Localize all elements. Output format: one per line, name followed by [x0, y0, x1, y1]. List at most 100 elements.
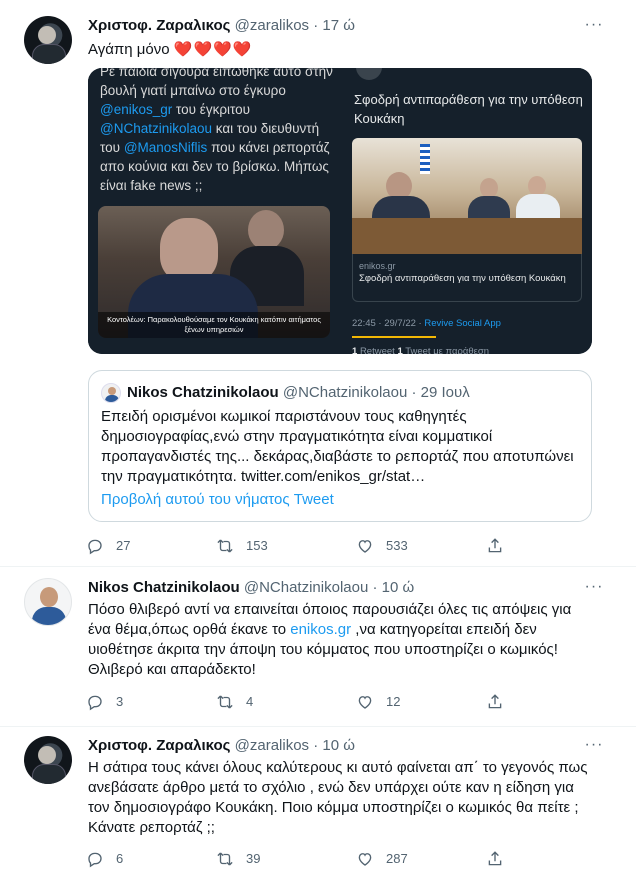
tweet-actions: 27 153 533: [80, 534, 520, 558]
reply-count: 6: [116, 851, 124, 866]
like-count: 533: [386, 538, 408, 553]
retweet-button[interactable]: 153: [210, 534, 268, 558]
screenshot-mention: @enikos_gr: [100, 102, 173, 117]
reply-icon: [88, 852, 102, 868]
heart-icon: [358, 540, 372, 553]
tweet-actions: 6 39 287: [80, 847, 520, 871]
share-icon: [488, 851, 502, 866]
stat-count: 1: [397, 346, 403, 354]
media-image-right[interactable]: Σφοδρή αντιπαράθεση για την υπόθεση Κουκ…: [342, 68, 592, 354]
avatar: [356, 68, 382, 80]
photo-desk: [352, 218, 582, 254]
photo-caption: Κοντολέων: Παρακολουθούσαμε τον Κουκάκη …: [98, 312, 330, 338]
more-options-icon[interactable]: ···: [582, 579, 606, 600]
reply-button[interactable]: 27: [80, 534, 130, 558]
tweet-link[interactable]: enikos.gr: [290, 621, 351, 638]
author-name[interactable]: Nikos Chatzinikolaou: [88, 579, 240, 596]
highlight-bar: [352, 336, 436, 338]
screenshot-time-text: 22:45 · 29/7/22 ·: [352, 318, 422, 329]
author-name[interactable]: Χριστοφ. Ζαραλικος: [88, 737, 230, 754]
retweet-button[interactable]: 4: [210, 690, 253, 714]
tweet-time[interactable]: 10 ώ: [322, 737, 355, 754]
reply-count: 3: [116, 694, 124, 709]
separator-dot: ·: [372, 579, 378, 596]
screenshot-mention: @NChatzinikolaou: [100, 121, 213, 136]
screenshot-text-part: Ρε παιδιά σίγουρα ειπώθηκε αυτό στην βου…: [100, 68, 333, 98]
quoted-tweet-header: Nikos Chatzinikolaou @NChatzinikolaou · …: [127, 383, 470, 403]
like-count: 12: [386, 694, 401, 709]
separator-dot: ·: [313, 17, 319, 34]
media-grid[interactable]: Ρε παιδιά σίγουρα ειπώθηκε αυτό στην βου…: [88, 68, 592, 354]
like-count: 287: [386, 851, 408, 866]
screenshot-text: Ρε παιδιά σίγουρα ειπώθηκε αυτό στην βου…: [100, 68, 336, 195]
tweet-chatzinikolaou-reply: Nikos Chatzinikolaou @NChatzinikolaou · …: [0, 566, 636, 730]
screenshot-time: 22:45 · 29/7/22 · Revive Social App: [352, 318, 501, 329]
author-name[interactable]: Χριστοφ. Ζαραλικος: [88, 17, 230, 34]
quoted-tweet[interactable]: Nikos Chatzinikolaou @NChatzinikolaou · …: [88, 370, 592, 522]
screenshot-title: Σφοδρή αντιπαράθεση για την υπόθεση Κουκ…: [354, 92, 583, 126]
avatar[interactable]: [24, 16, 72, 64]
retweet-icon: [217, 852, 233, 866]
author-handle[interactable]: @zaralikos: [235, 737, 309, 754]
share-button[interactable]: [480, 534, 516, 558]
share-icon: [488, 538, 502, 553]
share-icon: [488, 694, 502, 709]
retweet-count: 4: [246, 694, 254, 709]
show-thread-link[interactable]: Προβολή αυτού του νήματος Tweet: [101, 491, 334, 508]
photo-person: [480, 178, 498, 198]
avatar: [101, 383, 121, 403]
retweet-count: 153: [246, 538, 268, 553]
tweet-time[interactable]: 10 ώ: [382, 579, 415, 596]
author-handle[interactable]: @zaralikos: [235, 17, 309, 34]
retweet-button[interactable]: 39: [210, 847, 260, 871]
stat-label: Tweet με παράθεση: [405, 346, 490, 354]
card-title: Σφοδρή αντιπαράθεση για την υπόθεση Κουκ…: [359, 273, 566, 284]
photo-person: [528, 176, 546, 196]
photo-person: [160, 218, 218, 282]
photo-person: [248, 210, 284, 250]
stat-count: 1: [352, 346, 358, 354]
like-button[interactable]: 287: [350, 847, 408, 871]
tweet-text-body: Αγάπη μόνο: [88, 41, 170, 58]
author-handle[interactable]: @NChatzinikolaou: [244, 579, 368, 596]
screenshot-app: Revive Social App: [424, 318, 501, 329]
avatar[interactable]: [24, 578, 72, 626]
tweet-text: Πόσο θλιβερό αντί να επαινείται όποιος π…: [88, 600, 598, 680]
reply-icon: [88, 695, 102, 711]
news-photo: Κοντολέων: Παρακολουθούσαμε τον Κουκάκη …: [98, 206, 330, 338]
tweet-header: Nikos Chatzinikolaou @NChatzinikolaou · …: [88, 578, 588, 598]
link-card: enikos.gr Σφοδρή αντιπαράθεση για την υπ…: [352, 254, 582, 302]
reply-button[interactable]: 3: [80, 690, 123, 714]
tweet-zaralikos-1: Χριστοφ. Ζαραλικος @zaralikos · 17 ώ ···…: [0, 0, 636, 560]
heart-icon: [358, 696, 372, 709]
tweet-time: 29 Ιουλ: [420, 384, 470, 401]
tweet-header: Χριστοφ. Ζαραλικος @zaralikos · 17 ώ: [88, 16, 588, 36]
reply-count: 27: [116, 538, 131, 553]
like-button[interactable]: 12: [350, 690, 400, 714]
reply-button[interactable]: 6: [80, 847, 123, 871]
news-photo: [352, 138, 582, 254]
flag: [420, 144, 430, 174]
separator-dot: ·: [411, 384, 417, 401]
quoted-tweet-text: Επειδή ορισμένοι κωμικοί παριστάνουν του…: [101, 408, 574, 485]
like-button[interactable]: 533: [350, 534, 408, 558]
tweet-zaralikos-reply: Χριστοφ. Ζαραλικος @zaralikos · 10 ώ ···…: [0, 726, 636, 871]
media-image-left[interactable]: Ρε παιδιά σίγουρα ειπώθηκε αυτό στην βου…: [88, 68, 338, 354]
tweet-time[interactable]: 17 ώ: [322, 17, 355, 34]
retweet-count: 39: [246, 851, 261, 866]
hearts-emoji: ❤️❤️❤️❤️: [173, 41, 253, 58]
author-name: Nikos Chatzinikolaou: [127, 384, 279, 401]
share-button[interactable]: [480, 690, 516, 714]
tweet-header: Χριστοφ. Ζαραλικος @zaralikos · 10 ώ: [88, 736, 588, 756]
reply-icon: [88, 539, 102, 555]
more-options-icon[interactable]: ···: [582, 17, 606, 38]
tweet-actions: 3 4 12: [80, 690, 520, 714]
card-domain: enikos.gr: [359, 261, 396, 271]
more-options-icon[interactable]: ···: [582, 737, 606, 758]
heart-icon: [358, 853, 372, 866]
screenshot-mention: @ManosNiflis: [123, 140, 208, 155]
share-button[interactable]: [480, 847, 516, 871]
tweet-text: Η σάτιρα τους κάνει όλους καλύτερους κι …: [88, 759, 588, 836]
avatar[interactable]: [24, 736, 72, 784]
screenshot-stats: 1 Retweet 1 Tweet με παράθεση: [352, 346, 489, 354]
